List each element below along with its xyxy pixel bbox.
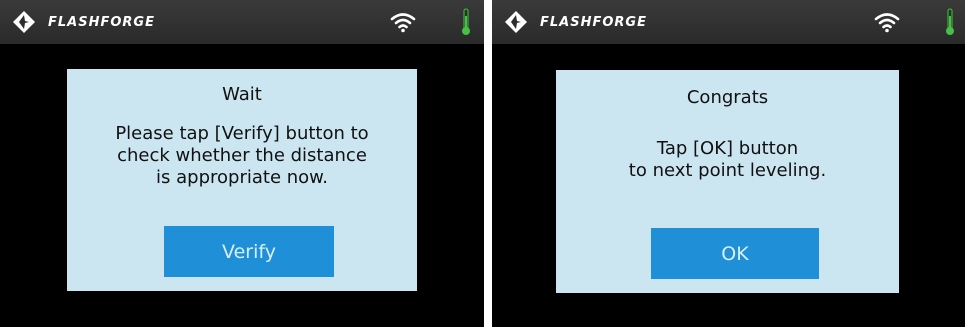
status-bar: FLASHFORGE [0, 0, 484, 44]
dialog-message-line: Please tap [Verify] button to [115, 123, 369, 144]
printer-screen-congrats: FLASHFORGE Congrats Tap [OK] button to n… [492, 0, 965, 327]
thermometer-icon [946, 8, 954, 35]
printer-screen-verify: FLASHFORGE Wait Please tap [Verify] butt… [0, 0, 484, 327]
flashforge-logo-icon [13, 11, 35, 33]
verify-dialog: Wait Please tap [Verify] button to check… [67, 69, 417, 291]
brand-logo: FLASHFORGE [504, 10, 647, 34]
verify-button[interactable]: Verify [164, 226, 334, 277]
dialog-message-line: to next point leveling. [628, 160, 827, 181]
thermometer-icon [462, 8, 470, 35]
status-bar: FLASHFORGE [492, 0, 965, 44]
wifi-icon [390, 13, 416, 33]
dialog-message-line: Tap [OK] button [656, 138, 799, 159]
dialog-title: Congrats [686, 87, 769, 108]
brand-name: FLASHFORGE [540, 14, 647, 30]
ok-button[interactable]: OK [651, 228, 819, 279]
congrats-dialog: Congrats Tap [OK] button to next point l… [556, 70, 899, 293]
dialog-message-line: is appropriate now. [156, 167, 328, 188]
dialog-message-line: check whether the distance [117, 145, 367, 166]
dialog-message: Please tap [Verify] button to check whet… [67, 123, 417, 189]
flashforge-logo-icon [505, 11, 527, 33]
brand-name: FLASHFORGE [48, 14, 155, 30]
wifi-icon [874, 13, 900, 33]
dialog-message: Tap [OK] button to next point leveling. [556, 138, 899, 182]
dialog-title: Wait [222, 84, 262, 105]
brand-logo: FLASHFORGE [12, 10, 155, 34]
